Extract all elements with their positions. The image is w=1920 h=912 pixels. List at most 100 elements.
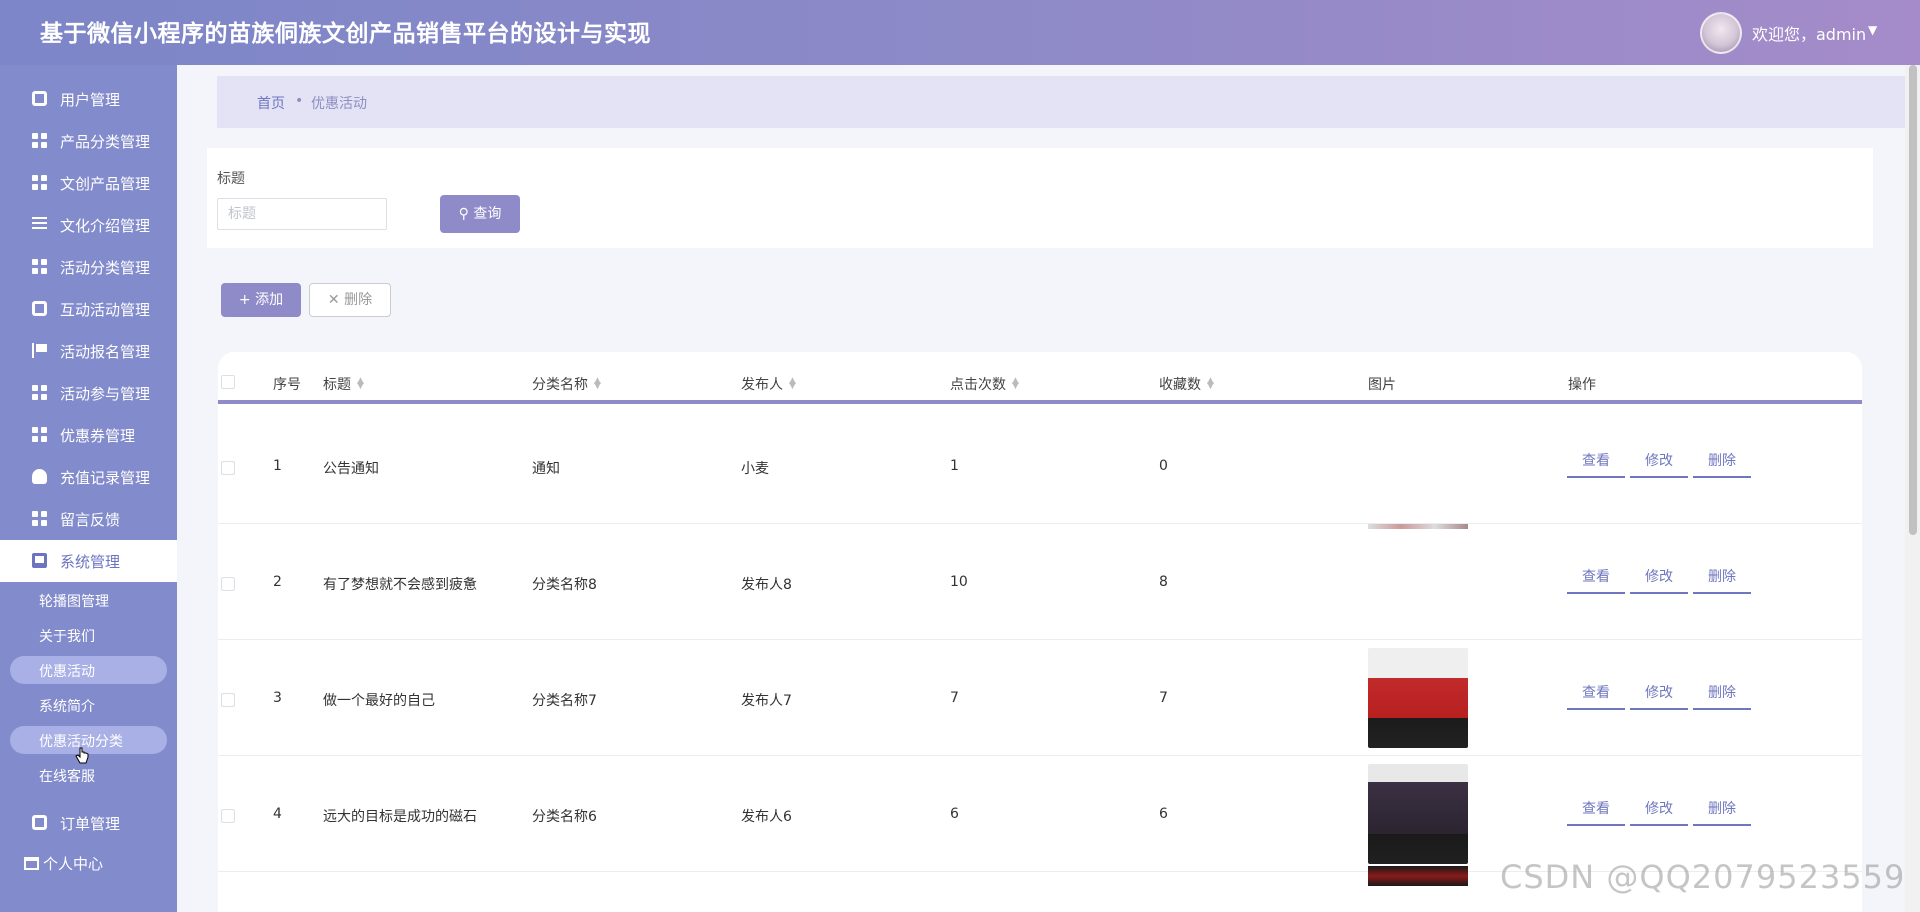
sidebar-item-label: 文创产品管理	[60, 175, 151, 193]
edit-button[interactable]: 修改	[1630, 796, 1688, 826]
close-icon: ✕	[327, 292, 340, 308]
delete-button[interactable]: 删除	[1693, 448, 1751, 478]
sort-icon[interactable]: ▲ ▼	[1207, 377, 1214, 391]
breadcrumb-current: 优惠活动	[311, 96, 367, 112]
query-button[interactable]: ⚲ 查询	[440, 195, 520, 233]
column-header-publisher[interactable]: 发布人 ▲ ▼	[741, 374, 796, 394]
sidebar-item-culture-intro[interactable]: 文化介绍管理	[0, 204, 177, 246]
delete-button[interactable]: 删除	[1693, 796, 1751, 826]
view-button[interactable]: 查看	[1567, 448, 1625, 478]
submenu-label: 关于我们	[39, 629, 95, 645]
submenu-promotion[interactable]: 优惠活动	[10, 656, 167, 684]
cell-favorites: 6	[1159, 806, 1168, 822]
sidebar-item-activity-participation[interactable]: 活动参与管理	[0, 372, 177, 414]
sidebar-item-label: 系统管理	[60, 553, 121, 571]
select-all-checkbox[interactable]	[221, 375, 235, 389]
flag-icon	[32, 343, 47, 358]
column-header-no: 序号	[273, 377, 301, 393]
table-row: 4 远大的目标是成功的磁石 分类名称6 发布人6 6 6 查看 修改 删除	[218, 756, 1862, 886]
user-avatar[interactable]	[1700, 12, 1742, 54]
table-row: 1 公告通知 通知 小麦 1 0 查看 修改 删除	[218, 408, 1862, 524]
submenu-system-intro[interactable]: 系统简介	[10, 691, 167, 719]
cell-title: 有了梦想就不会感到疲惫	[323, 577, 477, 593]
hand-cursor-icon	[75, 747, 89, 764]
batch-delete-button[interactable]: ✕ 删除	[309, 283, 391, 317]
column-header-image: 图片	[1368, 377, 1396, 393]
title-search-input[interactable]	[217, 198, 387, 230]
breadcrumb-home[interactable]: 首页	[257, 93, 285, 113]
sidebar-item-label: 留言反馈	[60, 511, 121, 529]
sidebar-item-label: 互动活动管理	[60, 301, 151, 319]
edit-button[interactable]: 修改	[1630, 680, 1688, 710]
cell-no: 2	[273, 574, 282, 590]
submenu-carousel[interactable]: 轮播图管理	[10, 586, 167, 614]
grid-icon	[32, 427, 47, 442]
sidebar-item-user-management[interactable]: 用户管理	[0, 78, 177, 120]
cell-category: 分类名称8	[532, 577, 597, 593]
sidebar-item-interactive-activity[interactable]: 互动活动管理	[0, 288, 177, 330]
welcome-text[interactable]: 欢迎您，admin	[1752, 21, 1866, 45]
chevron-down-icon[interactable]: ▼	[1868, 23, 1877, 37]
sidebar-item-system[interactable]: 系统管理	[0, 540, 177, 582]
sidebar-item-coupon[interactable]: 优惠券管理	[0, 414, 177, 456]
row-checkbox[interactable]	[221, 461, 235, 475]
grid-icon	[32, 259, 47, 274]
sidebar-item-creative-product[interactable]: 文创产品管理	[0, 162, 177, 204]
edit-button[interactable]: 修改	[1630, 564, 1688, 594]
cell-publisher: 小麦	[741, 461, 769, 477]
cell-favorites: 7	[1159, 690, 1168, 706]
breadcrumb-separator: •	[295, 93, 304, 109]
person-icon	[32, 469, 47, 484]
page-scrollbar[interactable]	[1905, 65, 1920, 912]
sidebar-item-personal-center[interactable]: 个人中心	[24, 853, 103, 874]
sidebar-item-product-category[interactable]: 产品分类管理	[0, 120, 177, 162]
cell-no: 1	[273, 458, 282, 474]
sidebar-item-activity-category[interactable]: 活动分类管理	[0, 246, 177, 288]
sort-icon[interactable]: ▲ ▼	[594, 377, 601, 391]
cell-publisher: 发布人6	[741, 809, 792, 825]
view-button[interactable]: 查看	[1567, 564, 1625, 594]
view-button[interactable]: 查看	[1567, 680, 1625, 710]
table-header: 序号 标题 ▲ ▼ 分类名称 ▲ ▼ 发布人 ▲ ▼ 点击次数 ▲ ▼ 收藏数 ▲ ▼ 图片 操作	[218, 352, 1862, 404]
cell-no: 3	[273, 690, 282, 706]
submenu-about-us[interactable]: 关于我们	[10, 621, 167, 649]
column-header-favorites[interactable]: 收藏数 ▲ ▼	[1159, 374, 1214, 394]
row-checkbox[interactable]	[221, 809, 235, 823]
column-label: 分类名称	[532, 377, 588, 393]
query-button-label: 查询	[473, 206, 502, 222]
add-button[interactable]: + 添加	[221, 283, 301, 317]
sidebar-item-activity-signup[interactable]: 活动报名管理	[0, 330, 177, 372]
sort-icon[interactable]: ▲ ▼	[357, 377, 364, 391]
column-label: 收藏数	[1159, 377, 1201, 393]
edit-button[interactable]: 修改	[1630, 448, 1688, 478]
row-checkbox[interactable]	[221, 693, 235, 707]
delete-button[interactable]: 删除	[1693, 680, 1751, 710]
breadcrumb: 首页 • 优惠活动	[217, 76, 1905, 128]
sort-icon[interactable]: ▲ ▼	[1012, 377, 1019, 391]
sidebar-item-orders[interactable]: 订单管理	[0, 802, 177, 844]
grid-icon	[32, 511, 47, 526]
column-header-category[interactable]: 分类名称 ▲ ▼	[532, 374, 601, 394]
row-checkbox[interactable]	[221, 577, 235, 591]
cell-publisher: 发布人7	[741, 693, 792, 709]
column-header-clicks[interactable]: 点击次数 ▲ ▼	[950, 374, 1019, 394]
sidebar-item-label: 用户管理	[60, 91, 121, 109]
cell-title: 远大的目标是成功的磁石	[323, 809, 477, 825]
sidebar-item-feedback[interactable]: 留言反馈	[0, 498, 177, 540]
scrollbar-thumb[interactable]	[1909, 65, 1917, 535]
sidebar-item-recharge[interactable]: 充值记录管理	[0, 456, 177, 498]
cell-clicks: 7	[950, 690, 959, 706]
delete-button[interactable]: 删除	[1693, 564, 1751, 594]
sidebar-item-label: 活动参与管理	[60, 385, 151, 403]
cell-title: 做一个最好的自己	[323, 693, 435, 709]
sidebar-item-label: 个人中心	[43, 855, 104, 873]
cell-category: 分类名称6	[532, 809, 597, 825]
sort-icon[interactable]: ▲ ▼	[789, 377, 796, 391]
column-header-actions: 操作	[1568, 377, 1596, 393]
top-header: 基于微信小程序的苗族侗族文创产品销售平台的设计与实现 欢迎您，admin ▼	[0, 0, 1920, 65]
column-header-title[interactable]: 标题 ▲ ▼	[323, 374, 364, 394]
title-field-label: 标题	[217, 171, 245, 187]
submenu-label: 轮播图管理	[39, 594, 109, 610]
plus-icon: +	[238, 292, 251, 308]
view-button[interactable]: 查看	[1567, 796, 1625, 826]
